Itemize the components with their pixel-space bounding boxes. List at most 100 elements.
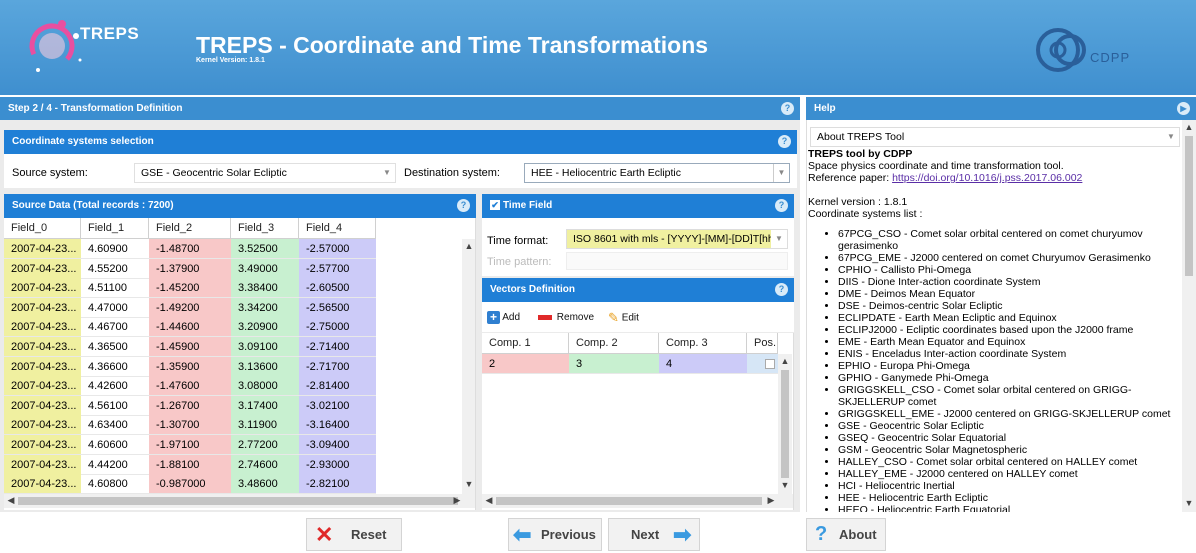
destination-system-value: HEE - Heliocentric Earth Ecliptic (531, 167, 681, 179)
vector-cell-comp3[interactable]: 4 (659, 354, 747, 374)
chevron-right-icon[interactable]: ▶ (1177, 102, 1190, 115)
list-item: CPHIO - Callisto Phi-Omega (838, 264, 1180, 276)
source-data-hscroll[interactable]: ◀ ▶ (4, 494, 475, 508)
time-field-checkbox[interactable]: ✔ (490, 200, 500, 211)
add-label: Add (502, 312, 521, 323)
source-data-title: Source Data (Total records : 7200) ? (4, 194, 476, 218)
help-line1: Space physics coordinate and time transf… (808, 160, 1064, 172)
time-field-help-icon[interactable]: ? (775, 199, 788, 212)
scroll-up-icon[interactable]: ▲ (462, 241, 475, 251)
table-cell: 2007-04-23... (4, 474, 81, 495)
table-cell: 3.13600 (231, 356, 299, 377)
table-cell: -1.88100 (149, 454, 231, 475)
table-cell: -2.82100 (299, 474, 376, 495)
table-cell: -1.97100 (149, 435, 231, 455)
arrow-right-icon: ➡ (673, 522, 692, 547)
help-topic-select[interactable]: About TREPS Tool ▼ (810, 127, 1180, 147)
help-title-text: Help (814, 103, 836, 114)
coord-title-text: Coordinate systems selection (12, 136, 154, 147)
table-cell: -2.71700 (299, 356, 376, 377)
vectors-help-icon[interactable]: ? (775, 283, 788, 296)
vectors-grid: Comp. 1 Comp. 2 Comp. 3 Pos. 2 3 4 ▲ ▼ ◀ ▶ (482, 333, 794, 510)
add-vector-button[interactable]: + Add (487, 308, 520, 328)
list-item: HEEQ - Heliocentric Earth Equatorial (838, 504, 1180, 512)
edit-vector-button[interactable]: ✎ Edit (608, 308, 639, 328)
source-system-select[interactable]: GSE - Geocentric Solar Ecliptic ▼ (134, 163, 396, 183)
table-cell: 4.36600 (81, 357, 149, 377)
list-item: EPHIO - Europa Phi-Omega (838, 360, 1180, 372)
table-cell: 4.46700 (81, 317, 149, 338)
chevron-down-icon[interactable]: ▼ (773, 164, 789, 182)
source-data-help-icon[interactable]: ? (457, 199, 470, 212)
help-content: TREPS tool by CDPP Space physics coordin… (808, 148, 1180, 512)
pos-checkbox[interactable] (765, 359, 775, 369)
source-data-hscroll-thumb[interactable] (18, 497, 458, 505)
vector-cell-comp1[interactable]: 2 (482, 354, 569, 374)
scroll-right-icon[interactable]: ▶ (450, 495, 464, 506)
edit-label: Edit (621, 312, 639, 324)
table-cell: -1.48700 (149, 239, 231, 259)
table-cell: 4.55200 (81, 259, 149, 279)
vector-column-header[interactable]: Comp. 2 (569, 333, 659, 354)
coord-help-icon[interactable]: ? (778, 135, 791, 148)
remove-vector-button[interactable]: Remove (538, 308, 594, 328)
vectors-hscroll-thumb[interactable] (496, 497, 762, 505)
reset-button[interactable]: ✕ Reset (306, 518, 402, 551)
chevron-down-icon[interactable]: ▼ (1163, 128, 1179, 146)
vector-cell-pos[interactable] (747, 354, 778, 374)
table-cell: 4.36500 (81, 337, 149, 357)
scroll-left-icon[interactable]: ◀ (4, 495, 18, 506)
destination-system-select[interactable]: HEE - Heliocentric Earth Ecliptic ▼ (524, 163, 790, 183)
list-item: DIIS - Dione Inter-action coordinate Sys… (838, 276, 1180, 288)
chevron-down-icon[interactable]: ▼ (771, 230, 787, 248)
table-cell: 2007-04-23... (4, 356, 81, 377)
table-cell: -1.45900 (149, 337, 231, 357)
list-item: GSM - Geocentric Solar Magnetospheric (838, 444, 1180, 456)
column-header[interactable]: Field_4 (299, 218, 376, 239)
scroll-down-icon[interactable]: ▼ (778, 480, 792, 490)
list-item: GSE - Geocentric Solar Ecliptic (838, 420, 1180, 432)
vector-cell-comp2[interactable]: 3 (569, 354, 659, 374)
scroll-up-icon[interactable]: ▲ (1182, 122, 1196, 132)
chevron-down-icon[interactable]: ▼ (379, 164, 395, 182)
previous-button[interactable]: ⬅ Previous (508, 518, 602, 551)
vector-column-header[interactable]: Comp. 3 (659, 333, 747, 354)
step-help-icon[interactable]: ? (781, 102, 794, 115)
vectors-vscroll-thumb[interactable] (781, 370, 789, 478)
table-cell: 3.09100 (231, 337, 299, 357)
scroll-left-icon[interactable]: ◀ (482, 495, 496, 506)
list-item: 67PCG_EME - J2000 centered on comet Chur… (838, 252, 1180, 264)
list-item: GRIGGSKELL_EME - J2000 centered on GRIGG… (838, 408, 1180, 420)
vectors-title-text: Vectors Definition (490, 284, 576, 295)
vectors-vscroll[interactable]: ▲ ▼ (778, 354, 792, 496)
help-vscroll-thumb[interactable] (1185, 136, 1193, 276)
table-cell: 2007-04-23... (4, 435, 81, 455)
time-pattern-input[interactable] (566, 252, 788, 270)
reference-link[interactable]: https://doi.org/10.1016/j.pss.2017.06.00… (892, 172, 1082, 184)
column-header[interactable]: Field_0 (4, 218, 81, 239)
column-header[interactable]: Field_2 (149, 218, 231, 239)
scroll-up-icon[interactable]: ▲ (778, 356, 792, 366)
source-data-vscroll[interactable]: ▲ ▼ (462, 239, 475, 496)
column-header[interactable]: Field_3 (231, 218, 299, 239)
table-cell: -1.45200 (149, 278, 231, 299)
about-button[interactable]: ? About (806, 518, 886, 551)
list-item: HALLEY_EME - J2000 centered on HALLEY co… (838, 468, 1180, 480)
table-cell: 3.17400 (231, 395, 299, 416)
help-vscroll[interactable]: ▲ ▼ (1182, 120, 1196, 512)
vector-column-header[interactable]: Comp. 1 (482, 333, 569, 354)
time-format-label: Time format: (487, 235, 549, 247)
table-cell: 2007-04-23... (4, 337, 81, 357)
table-cell: 4.60600 (81, 435, 149, 455)
scroll-down-icon[interactable]: ▼ (462, 479, 475, 489)
scroll-right-icon[interactable]: ▶ (764, 495, 778, 506)
vectors-hscroll[interactable]: ◀ ▶ (482, 494, 793, 508)
help-reference: Reference paper: https://doi.org/10.1016… (808, 172, 1180, 184)
list-item: HALLEY_CSO - Comet solar orbital centere… (838, 456, 1180, 468)
next-button[interactable]: Next ➡ (608, 518, 700, 551)
table-cell: 2007-04-23... (4, 454, 81, 475)
column-header[interactable]: Field_1 (81, 218, 149, 239)
time-format-select[interactable]: ISO 8601 with mls - [YYYY]-[MM]-[DD]T[hh… (566, 229, 788, 249)
vector-column-header[interactable]: Pos. (747, 333, 778, 354)
scroll-down-icon[interactable]: ▼ (1182, 498, 1196, 508)
